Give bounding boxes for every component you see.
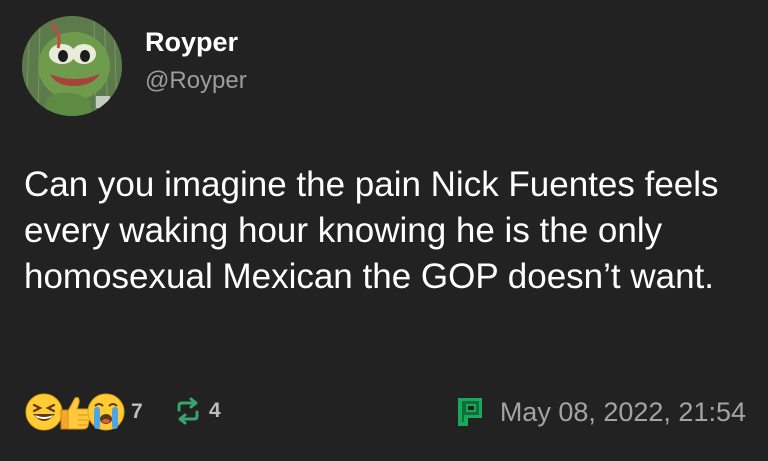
reaction-count: 7 xyxy=(131,400,143,423)
avatar[interactable] xyxy=(22,16,122,116)
post-footer: 7 4 May 08, 2022, 21:54 xyxy=(0,386,768,442)
loudly-crying-face-icon xyxy=(86,392,126,432)
author-handle[interactable]: @Royper xyxy=(145,66,247,96)
pepe-frog-avatar-icon xyxy=(22,16,122,116)
post-body-text: Can you imagine the pain Nick Fuentes fe… xyxy=(24,165,719,296)
author-display-name[interactable]: Royper xyxy=(145,26,238,58)
reactions-group[interactable]: 7 xyxy=(24,386,143,438)
post-card: Royper @Royper Can you imagine the pain … xyxy=(0,0,768,461)
post-meta[interactable]: May 08, 2022, 21:54 xyxy=(454,396,746,428)
boost-count: 4 xyxy=(209,399,221,422)
repost-icon xyxy=(177,397,199,425)
boost-button[interactable]: 4 xyxy=(173,396,221,426)
post-timestamp[interactable]: May 08, 2022, 21:54 xyxy=(500,396,746,428)
pleroma-icon xyxy=(457,398,482,426)
